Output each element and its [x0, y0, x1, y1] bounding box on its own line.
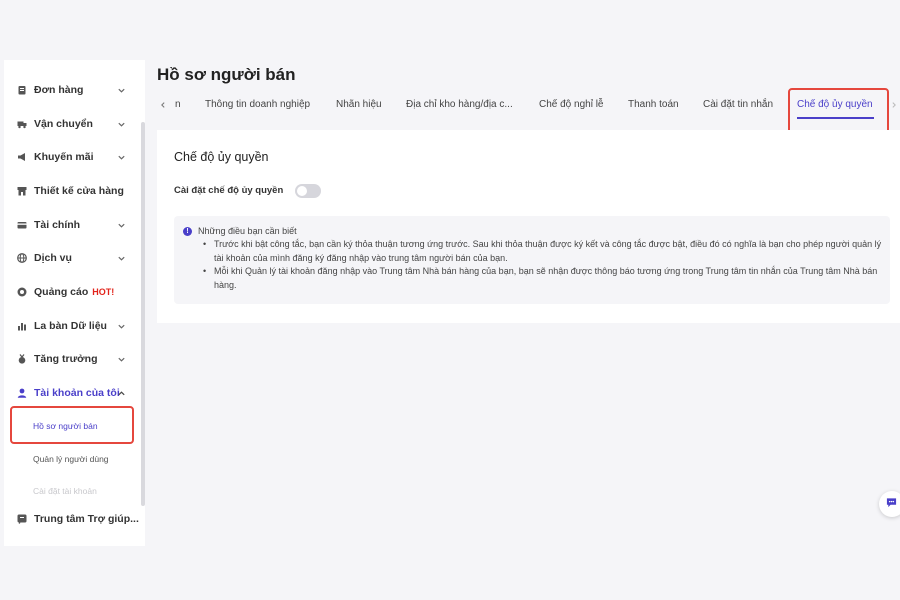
info-title: Những điều bạn cần biết	[198, 226, 297, 236]
tab-partial[interactable]: n	[175, 99, 181, 110]
chevron-down-icon	[117, 355, 126, 364]
ads-icon	[17, 287, 27, 297]
store-icon	[17, 186, 27, 196]
card-icon	[17, 220, 27, 230]
globe-icon	[17, 253, 27, 263]
user-icon	[17, 388, 27, 398]
tab-brand[interactable]: Nhãn hiệu	[336, 99, 382, 110]
chevron-down-icon	[117, 322, 126, 331]
card-title: Chế độ ủy quyền	[174, 150, 269, 164]
chevron-down-icon	[117, 86, 126, 95]
delegation-card: Chế độ ủy quyền Cài đặt chế độ ủy quyền …	[157, 130, 900, 323]
tab-holiday-mode[interactable]: Chế độ nghỉ lễ	[539, 99, 604, 110]
info-bullet: Trước khi bật công tắc, bạn cần ký thỏa …	[202, 238, 888, 265]
tab-payment[interactable]: Thanh toán	[628, 99, 679, 110]
sidebar-item-ads[interactable]: Quảng cáo HOT!	[4, 280, 141, 304]
sidebar-item-label: Quảng cáo HOT!	[34, 286, 115, 298]
sidebar-item-label: Khuyến mãi	[34, 151, 94, 163]
help-icon	[17, 514, 27, 524]
sidebar-item-label: Thiết kế cửa hàng	[34, 185, 124, 197]
chevron-left-icon[interactable]	[158, 100, 168, 110]
sidebar-subitem-user-management[interactable]: Quản lý người dùng	[4, 449, 141, 469]
page-title: Hồ sơ người bán	[157, 65, 296, 84]
delegation-setting-label: Cài đặt chế độ ủy quyền	[174, 185, 284, 196]
sidebar-subitem-account-settings[interactable]: Cài đặt tài khoản	[4, 481, 141, 501]
chevron-right-icon[interactable]	[889, 100, 899, 110]
sidebar-item-label: Đơn hàng	[34, 84, 84, 96]
chevron-down-icon	[117, 254, 126, 263]
info-icon: !	[183, 227, 192, 236]
sidebar-item-label: Tài khoản của tôi	[34, 387, 120, 399]
sidebar: Đơn hàng Vận chuyển Khuyến mãi Thiết kế …	[4, 60, 145, 546]
info-list: Trước khi bật công tắc, bạn cần ký thỏa …	[202, 238, 888, 292]
hot-badge: HOT!	[92, 287, 115, 297]
sidebar-item-shipping[interactable]: Vận chuyển	[4, 112, 141, 136]
sidebar-item-label: Tài chính	[34, 219, 81, 231]
sidebar-item-label: La bàn Dữ liệu	[34, 320, 107, 332]
truck-icon	[17, 119, 27, 129]
tab-warehouse-address[interactable]: Địa chỉ kho hàng/địa c...	[406, 99, 513, 110]
sidebar-item-label: Trung tâm Trợ giúp...	[34, 513, 139, 525]
sidebar-item-finance[interactable]: Tài chính	[4, 213, 141, 237]
highlight-box-sidebar	[10, 406, 134, 444]
clipboard-icon	[17, 85, 27, 95]
sidebar-item-data-compass[interactable]: La bàn Dữ liệu	[4, 314, 141, 338]
delegation-toggle[interactable]	[295, 184, 321, 198]
sidebar-subitem-label: Quản lý người dùng	[33, 454, 109, 464]
chevron-up-icon	[117, 389, 126, 398]
toggle-knob	[297, 186, 307, 196]
sidebar-scrollbar[interactable]	[141, 122, 145, 506]
tab-message-settings[interactable]: Cài đặt tin nhắn	[703, 99, 773, 110]
sidebar-item-services[interactable]: Dịch vụ	[4, 246, 141, 270]
sidebar-item-label: Tăng trưởng	[34, 353, 98, 365]
sidebar-item-orders[interactable]: Đơn hàng	[4, 78, 141, 102]
sidebar-item-promotions[interactable]: Khuyến mãi	[4, 145, 141, 169]
tab-business-info[interactable]: Thông tin doanh nghiệp	[205, 99, 310, 110]
chevron-down-icon	[117, 120, 126, 129]
sidebar-subitem-label: Cài đặt tài khoản	[33, 486, 97, 496]
info-bullet: Mỗi khi Quản lý tài khoản đăng nhập vào …	[202, 265, 888, 292]
chevron-down-icon	[117, 221, 126, 230]
sidebar-item-my-account[interactable]: Tài khoản của tôi	[4, 381, 141, 405]
sidebar-item-label: Vận chuyển	[34, 118, 93, 130]
sidebar-item-help-center[interactable]: Trung tâm Trợ giúp...	[4, 507, 141, 531]
sidebar-item-label: Dịch vụ	[34, 252, 72, 264]
medal-icon	[17, 354, 27, 364]
info-box: ! Những điều bạn cần biết Trước khi bật …	[174, 216, 890, 304]
sidebar-item-growth[interactable]: Tăng trưởng	[4, 347, 141, 371]
chat-button[interactable]	[879, 491, 900, 517]
chart-icon	[17, 321, 27, 331]
sidebar-item-store-design[interactable]: Thiết kế cửa hàng	[4, 179, 141, 203]
chevron-down-icon	[117, 153, 126, 162]
megaphone-icon	[17, 152, 27, 162]
chat-icon	[886, 495, 897, 513]
